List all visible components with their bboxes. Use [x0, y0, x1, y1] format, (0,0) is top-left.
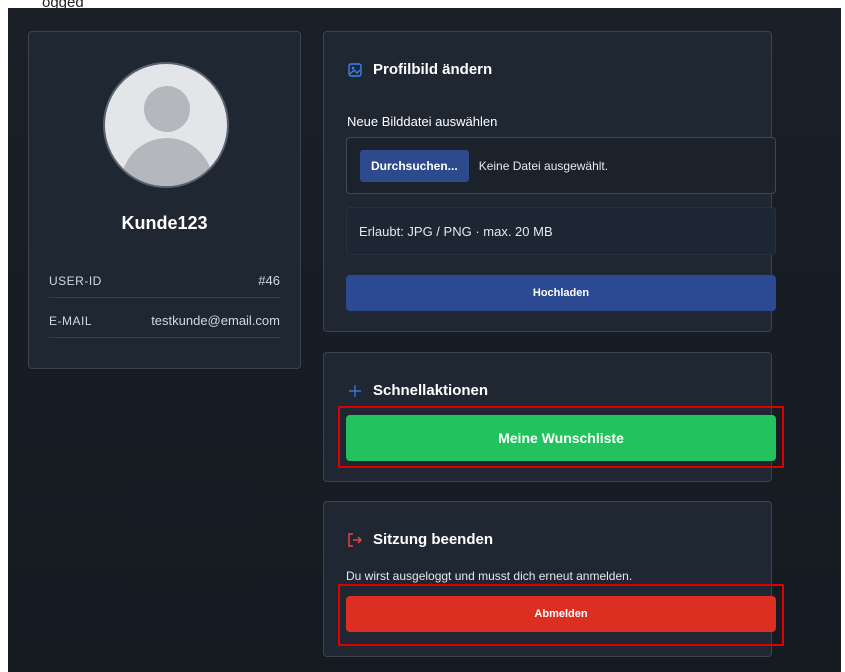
- quick-actions-title: Schnellaktionen: [347, 382, 488, 399]
- file-input[interactable]: Durchsuchen... Keine Datei ausgewählt.: [346, 137, 776, 194]
- profile-picture-title: Profilbild ändern: [347, 61, 492, 78]
- plus-icon: [347, 383, 363, 399]
- email-value: testkunde@email.com: [151, 313, 280, 328]
- session-title-text: Sitzung beenden: [373, 531, 493, 548]
- email-label: E-MAIL: [49, 313, 93, 328]
- profile-card: Kunde123 USER-ID #46 E-MAIL testkunde@em…: [28, 31, 301, 369]
- image-icon: [347, 62, 363, 78]
- email-row: E-MAIL testkunde@email.com: [49, 304, 280, 338]
- avatar: [103, 62, 229, 188]
- page-edge: [841, 8, 845, 672]
- user-id-value: #46: [258, 273, 280, 288]
- session-title: Sitzung beenden: [347, 531, 493, 548]
- file-field-label: Neue Bilddatei auswählen: [347, 114, 498, 129]
- profile-page: Kunde123 USER-ID #46 E-MAIL testkunde@em…: [8, 8, 845, 672]
- browse-button[interactable]: Durchsuchen...: [360, 149, 469, 182]
- quick-actions-card: Schnellaktionen Meine Wunschliste: [323, 352, 784, 482]
- profile-picture-card: Profilbild ändern Neue Bilddatei auswähl…: [323, 31, 776, 332]
- logout-icon: [347, 532, 363, 548]
- allowed-formats-note: Erlaubt: JPG / PNG · max. 20 MB: [346, 207, 776, 255]
- session-description: Du wirst ausgeloggt und musst dich erneu…: [346, 569, 633, 583]
- quick-actions-title-text: Schnellaktionen: [373, 382, 489, 399]
- upload-button[interactable]: Hochladen: [346, 275, 776, 311]
- user-id-row: USER-ID #46: [49, 264, 280, 298]
- session-card: Sitzung beenden Du wirst ausgeloggt und …: [323, 501, 784, 657]
- profile-picture-title-text: Profilbild ändern: [373, 61, 493, 78]
- user-id-label: USER-ID: [49, 273, 102, 288]
- logout-button[interactable]: Abmelden: [346, 596, 776, 632]
- wishlist-button[interactable]: Meine Wunschliste: [346, 415, 776, 461]
- username: Kunde123: [121, 213, 208, 233]
- file-status: Keine Datei ausgewählt.: [478, 158, 609, 173]
